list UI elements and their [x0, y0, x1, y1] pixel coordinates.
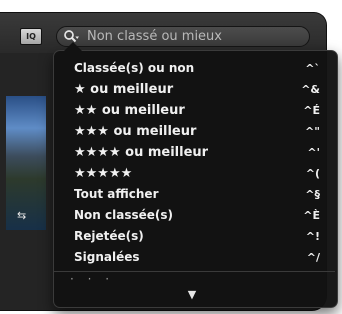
menu-item-shortcut: ^É: [303, 104, 320, 117]
menu-item-1-star-or-better[interactable]: ★ ou meilleur ^&: [54, 79, 334, 100]
menu-item-unrated[interactable]: Non classée(s) ^È: [54, 205, 334, 226]
menu-item-5-stars[interactable]: ★★★★★ ^(: [54, 163, 334, 184]
menu-item-label: ★★★ ou meilleur: [74, 124, 197, 139]
menu-item-label: Rejetée(s): [74, 229, 144, 243]
menu-item-label: ★★★★★: [74, 166, 133, 181]
menu-item-3-stars-or-better[interactable]: ★★★ ou meilleur ^": [54, 121, 334, 142]
menu-item-label: ★★★★ ou meilleur: [74, 145, 209, 160]
scroll-down-arrow-icon[interactable]: ▼: [185, 288, 199, 301]
menu-item-shortcut: ^È: [303, 209, 320, 222]
menu-item-label: Signalées: [74, 250, 140, 264]
menu-item-label: ★ ou meilleur: [74, 82, 174, 97]
menu-item-shortcut: ^§: [305, 188, 320, 201]
menu-item-label: Non classée(s): [74, 208, 174, 222]
search-field[interactable]: [56, 26, 310, 47]
menu-item-shortcut: ^(: [305, 167, 320, 180]
menu-item-4-stars-or-better[interactable]: ★★★★ ou meilleur ^': [54, 142, 334, 163]
popup-arrow: [64, 42, 82, 51]
swap-icon: ⇆: [17, 209, 27, 222]
menu-item-label: Tout afficher: [74, 187, 159, 201]
menu-item-2-stars-or-better[interactable]: ★★ ou meilleur ^É: [54, 100, 334, 121]
menu-list: Classée(s) ou non ^` ★ ou meilleur ^& ★★…: [54, 58, 334, 268]
menu-item-flagged[interactable]: Signalées ^/: [54, 247, 334, 268]
menu-item-shortcut: ^`: [305, 62, 320, 75]
more-items-indicator: · · ·: [70, 272, 115, 286]
menu-item-shortcut: ^": [305, 125, 320, 138]
menu-item-label: ★★ ou meilleur: [74, 103, 185, 118]
menu-item-shortcut: ^!: [305, 230, 320, 243]
search-input[interactable]: [87, 27, 302, 46]
menu-item-label: Classée(s) ou non: [74, 61, 195, 75]
iq-view-button[interactable]: IQ: [20, 28, 42, 45]
menu-item-shortcut: ^/: [306, 251, 320, 264]
menu-item-rated-or-unrated[interactable]: Classée(s) ou non ^`: [54, 58, 334, 79]
menu-item-rejected[interactable]: Rejetée(s) ^!: [54, 226, 334, 247]
menu-item-shortcut: ^': [307, 146, 320, 159]
menu-item-shortcut: ^&: [301, 83, 320, 96]
menu-item-show-all[interactable]: Tout afficher ^§: [54, 184, 334, 205]
